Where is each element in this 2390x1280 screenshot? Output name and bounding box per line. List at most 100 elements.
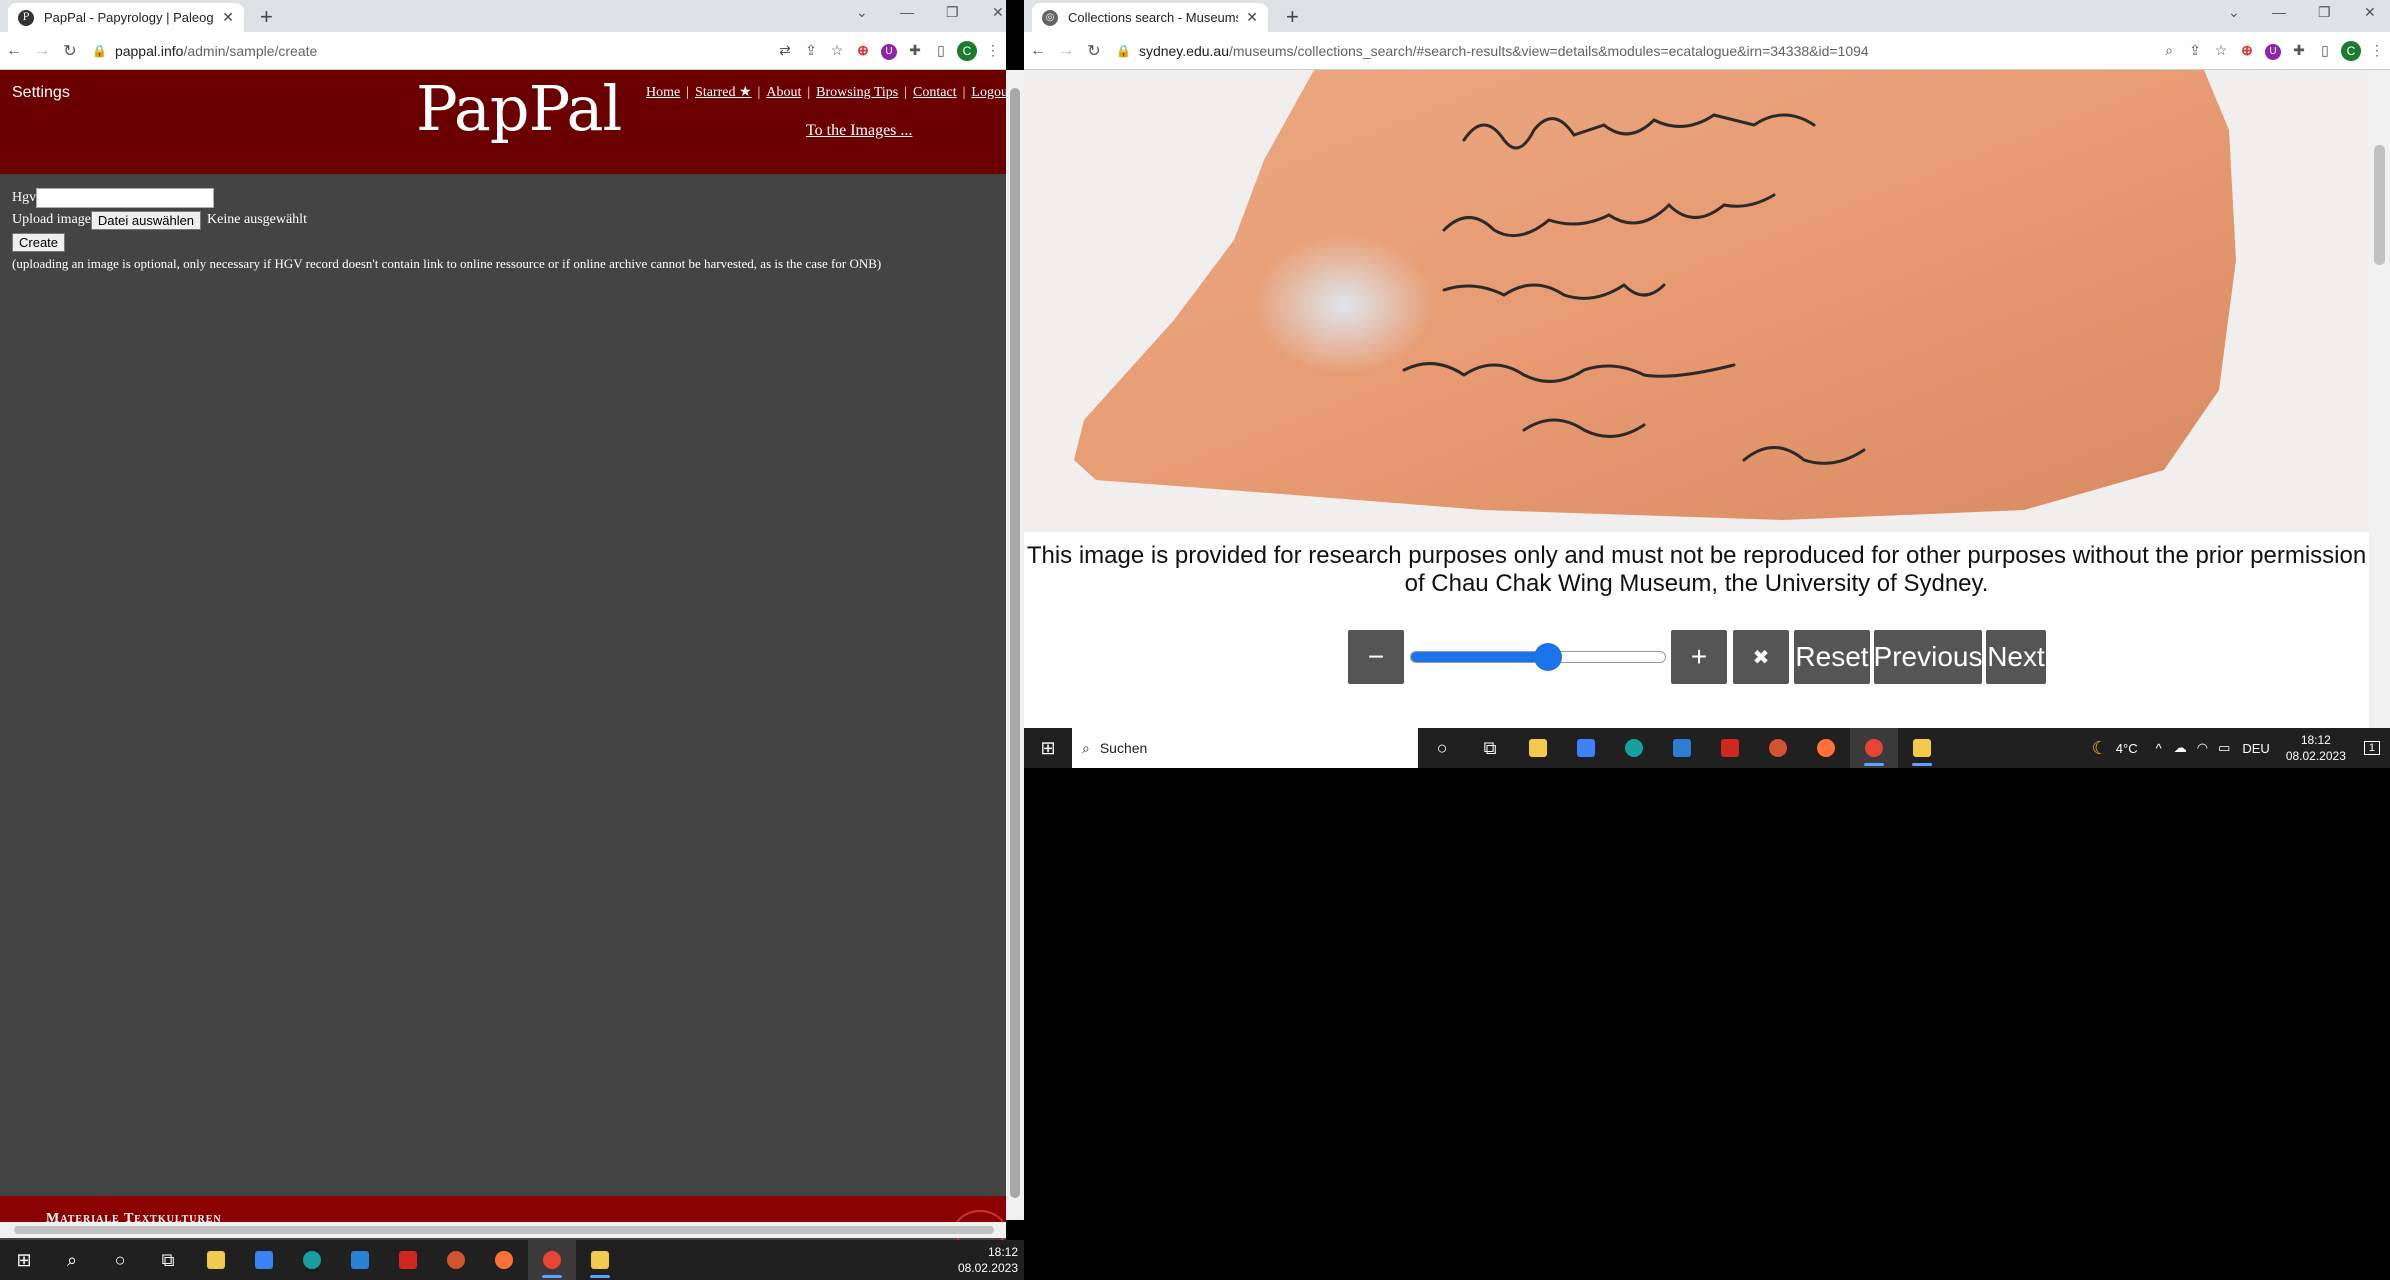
task-view-icon[interactable]: ⧉ (1466, 728, 1514, 768)
translate-icon[interactable]: ⇄ (772, 42, 798, 59)
previous-button[interactable]: Previous (1874, 630, 1982, 684)
hgv-input[interactable] (36, 188, 215, 208)
task-view-icon[interactable]: ⧉ (144, 1240, 192, 1280)
nav-about[interactable]: About (766, 85, 801, 100)
right-active-tab[interactable]: ◎ Collections search - Museums - T ✕ (1032, 3, 1268, 32)
new-tab-icon[interactable]: + (1286, 4, 1299, 30)
powerpoint-icon[interactable] (432, 1240, 480, 1280)
zoom-icon[interactable]: ⌕ (2156, 42, 2182, 59)
ostracon-image[interactable] (1024, 70, 2369, 532)
nav-browsing-tips[interactable]: Browsing Tips (816, 85, 898, 100)
share-icon[interactable]: ⇪ (2182, 42, 2208, 59)
weather-moon-icon[interactable]: ☾ (2092, 738, 2108, 759)
left-vertical-scrollbar[interactable] (1006, 70, 1024, 1220)
taskbar-search-box[interactable]: ⌕ Suchen (1072, 728, 1418, 768)
search-icon[interactable]: ⌕ (48, 1240, 96, 1280)
tray-chevron-icon[interactable]: ^ (2156, 741, 2162, 756)
chrome-icon[interactable] (528, 1240, 576, 1280)
pappal-logo[interactable]: PapPal (416, 72, 622, 145)
explorer-window-icon[interactable] (576, 1240, 624, 1280)
chrome-icon[interactable] (1850, 728, 1898, 768)
file-explorer-icon[interactable] (1514, 728, 1562, 768)
firefox-icon[interactable] (1802, 728, 1850, 768)
left-vscroll-thumb[interactable] (1010, 88, 1020, 1198)
file-explorer-icon[interactable] (192, 1240, 240, 1280)
bookmark-star-icon[interactable]: ☆ (824, 42, 850, 59)
nav-starred[interactable]: Starred ★ (695, 85, 751, 100)
tab-close-icon[interactable]: ✕ (1246, 9, 1258, 26)
reload-icon[interactable]: ↻ (56, 41, 84, 61)
reload-icon[interactable]: ↻ (1080, 41, 1108, 61)
next-button[interactable]: Next (1986, 630, 2046, 684)
hscroll-thumb[interactable] (14, 1226, 994, 1234)
close-window-icon[interactable]: ✕ (2364, 4, 2376, 21)
share-icon[interactable]: ⇪ (798, 42, 824, 59)
settings-link[interactable]: Settings (12, 84, 70, 102)
store-icon[interactable] (1562, 728, 1610, 768)
notification-icon[interactable]: 1 (2363, 741, 2380, 755)
battery-icon[interactable]: ▭ (2218, 740, 2230, 756)
extensions-puzzle-icon[interactable]: ✚ (902, 42, 928, 59)
profile-avatar[interactable]: C (2338, 40, 2364, 61)
tab-search-icon[interactable]: ⌄ (2228, 4, 2240, 21)
right-vscroll-thumb[interactable] (2374, 145, 2385, 265)
horizontal-scrollbar[interactable] (0, 1222, 1006, 1238)
acrobat-icon[interactable] (1706, 728, 1754, 768)
tab-close-icon[interactable]: ✕ (222, 9, 234, 26)
edge-icon[interactable] (1610, 728, 1658, 768)
left-active-tab[interactable]: P PapPal - Papyrology | Paleograph ✕ (8, 3, 244, 32)
zoom-out-button[interactable]: − (1348, 630, 1404, 684)
reset-button[interactable]: Reset (1794, 630, 1870, 684)
side-panel-icon[interactable]: ▯ (2312, 42, 2338, 59)
nav-home[interactable]: Home (646, 85, 680, 100)
extension-purple-icon[interactable]: U (2260, 41, 2286, 60)
bookmark-star-icon[interactable]: ☆ (2208, 42, 2234, 59)
back-icon[interactable]: ← (1024, 42, 1052, 60)
extension-purple-icon[interactable]: U (876, 41, 902, 60)
side-panel-icon[interactable]: ▯ (928, 42, 954, 59)
extensions-puzzle-icon[interactable]: ✚ (2286, 42, 2312, 59)
language-indicator[interactable]: DEU (2242, 741, 2269, 756)
acrobat-icon[interactable] (384, 1240, 432, 1280)
left-clock[interactable]: 18:12 08.02.2023 (958, 1244, 1024, 1276)
extension-red-icon[interactable]: ⊕ (2234, 42, 2260, 59)
menu-kebab-icon[interactable]: ⋮ (980, 42, 1006, 59)
mail-icon[interactable] (1658, 728, 1706, 768)
windows-start-icon[interactable]: ⊞ (0, 1240, 48, 1280)
url-field[interactable]: pappal.info/admin/sample/create (115, 43, 772, 59)
zoom-slider-handle[interactable] (1534, 643, 1563, 671)
extension-red-icon[interactable]: ⊕ (850, 42, 876, 59)
restore-icon[interactable]: ❐ (2318, 4, 2331, 21)
powerpoint-icon[interactable] (1754, 728, 1802, 768)
new-tab-icon[interactable]: + (260, 4, 273, 30)
store-icon[interactable] (240, 1240, 288, 1280)
forward-icon[interactable]: → (1052, 42, 1080, 60)
firefox-icon[interactable] (480, 1240, 528, 1280)
windows-start-icon[interactable]: ⊞ (1024, 728, 1072, 768)
edge-icon[interactable] (288, 1240, 336, 1280)
onedrive-icon[interactable]: ☁ (2174, 740, 2187, 756)
mail-icon[interactable] (336, 1240, 384, 1280)
nav-contact[interactable]: Contact (913, 85, 957, 100)
menu-kebab-icon[interactable]: ⋮ (2364, 42, 2390, 59)
create-button[interactable]: Create (12, 232, 66, 252)
tab-search-icon[interactable]: ⌄ (856, 4, 868, 21)
wifi-icon[interactable]: ◠ (2197, 740, 2208, 756)
cortana-icon[interactable]: ○ (1418, 728, 1466, 768)
profile-avatar[interactable]: C (954, 40, 980, 61)
fullscreen-icon[interactable]: ✖ (1733, 630, 1789, 684)
close-window-icon[interactable]: ✕ (992, 4, 1004, 21)
url-field[interactable]: sydney.edu.au/museums/collections_search… (1139, 43, 2156, 59)
forward-icon[interactable]: → (28, 42, 56, 60)
weather-temp[interactable]: 4°C (2116, 741, 2138, 756)
zoom-in-button[interactable]: + (1671, 630, 1727, 684)
to-the-images-link[interactable]: To the Images ... (806, 122, 912, 140)
back-icon[interactable]: ← (0, 42, 28, 60)
restore-icon[interactable]: ❐ (946, 4, 959, 21)
explorer-window-icon[interactable] (1898, 728, 1946, 768)
minimize-icon[interactable]: — (900, 4, 914, 20)
right-clock[interactable]: 18:12 08.02.2023 (2286, 732, 2346, 764)
right-vertical-scrollbar[interactable] (2369, 70, 2390, 730)
nav-logout[interactable]: Logout (971, 85, 1006, 100)
choose-file-button[interactable]: Datei auswählen (90, 210, 202, 230)
